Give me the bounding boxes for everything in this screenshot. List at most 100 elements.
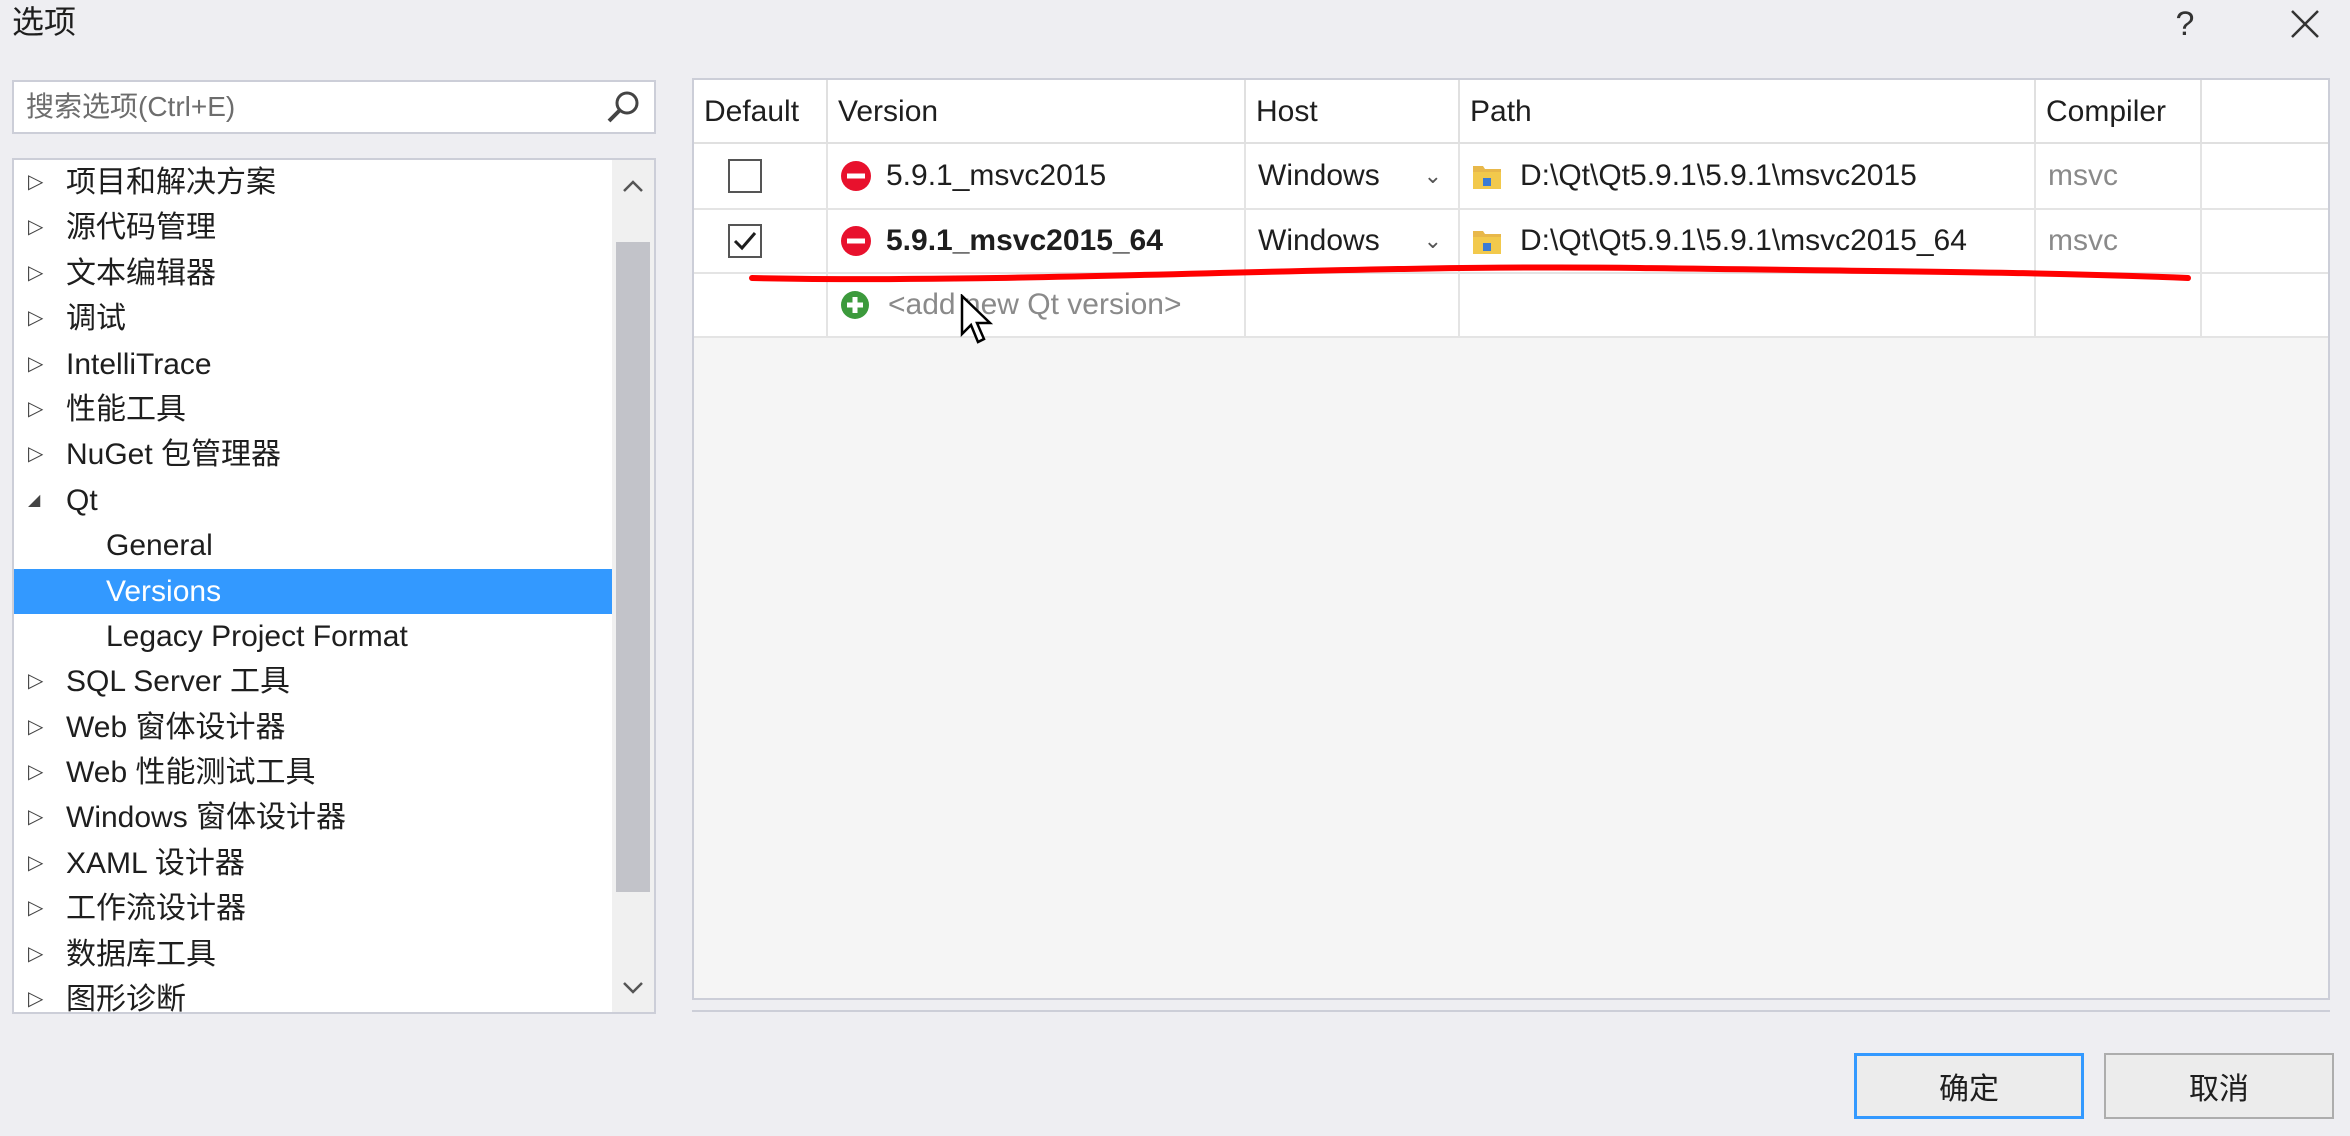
default-checkbox[interactable] xyxy=(728,224,762,258)
tree-item-label: 调试 xyxy=(66,302,126,336)
tree-item-workflow-designer[interactable]: ▷ 工作流设计器 xyxy=(14,886,612,931)
cancel-button[interactable]: 取消 xyxy=(2104,1053,2334,1119)
expand-arrow-icon[interactable]: ▷ xyxy=(28,705,48,750)
close-icon xyxy=(2291,10,2319,38)
expand-arrow-icon[interactable]: ▷ xyxy=(28,659,48,704)
tree-item-web-forms-designer[interactable]: ▷ Web 窗体设计器 xyxy=(14,705,612,750)
expand-arrow-icon[interactable]: ▷ xyxy=(28,342,48,387)
expand-arrow-icon[interactable]: ▷ xyxy=(28,886,48,931)
tree-item-qt-legacy-format[interactable]: Legacy Project Format xyxy=(14,614,612,659)
column-header-version[interactable]: Version xyxy=(828,80,1246,144)
options-tree: ▷ 项目和解决方案 ▷ 源代码管理 ▷ 文本编辑器 ▷ 调试 ▷ IntelliTrace… xyxy=(12,158,656,1014)
version-cell[interactable]: 5.9.1_msvc2015_64 xyxy=(828,210,1246,272)
collapse-arrow-icon[interactable]: ◢ xyxy=(28,478,48,523)
tree-item-sql-server[interactable]: ▷ SQL Server 工具 xyxy=(14,659,612,704)
scroll-thumb[interactable] xyxy=(616,242,650,892)
tree-item-label: 源代码管理 xyxy=(66,211,216,245)
path-value: D:\Qt\Qt5.9.1\5.9.1\msvc2015 xyxy=(1520,159,1917,192)
expand-arrow-icon[interactable]: ▷ xyxy=(28,795,48,840)
expand-arrow-icon[interactable]: ▷ xyxy=(28,932,48,977)
tree-item-label: NuGet 包管理器 xyxy=(66,438,282,472)
add-version-label[interactable]: <add new Qt version> xyxy=(888,288,1182,322)
qt-versions-grid: Default Version Host Path Compiler 5.9.1… xyxy=(692,78,2330,1000)
expand-arrow-icon[interactable]: ▷ xyxy=(28,160,48,205)
expand-arrow-icon[interactable]: ▷ xyxy=(28,750,48,795)
close-button[interactable] xyxy=(2275,0,2335,48)
column-header-path[interactable]: Path xyxy=(1460,80,2036,144)
add-version-cell[interactable]: <add new Qt version> xyxy=(828,274,1246,336)
tree-item-label: Versions xyxy=(106,574,222,608)
tree-item-performance-tools[interactable]: ▷ 性能工具 xyxy=(14,387,612,432)
column-header-host[interactable]: Host xyxy=(1246,80,1460,144)
empty-cell xyxy=(1246,274,1460,336)
expand-arrow-icon[interactable]: ▷ xyxy=(28,387,48,432)
tree-item-nuget[interactable]: ▷ NuGet 包管理器 xyxy=(14,432,612,477)
column-header-default[interactable]: Default xyxy=(694,80,828,144)
tree-item-label: 性能工具 xyxy=(66,392,186,426)
tree-item-label: Qt xyxy=(66,483,98,517)
tree-scrollbar[interactable] xyxy=(612,160,654,1012)
search-icon[interactable] xyxy=(604,88,644,128)
tree-item-source-control[interactable]: ▷ 源代码管理 xyxy=(14,205,612,250)
chevron-down-icon[interactable]: ⌄ xyxy=(1424,163,1442,189)
expand-arrow-icon[interactable]: ▷ xyxy=(28,432,48,477)
host-select[interactable]: Windows ⌄ xyxy=(1246,210,1460,272)
chevron-down-icon[interactable]: ⌄ xyxy=(1424,228,1442,254)
grid-header: Default Version Host Path Compiler xyxy=(694,80,2328,144)
tree-item-label: XAML 设计器 xyxy=(66,846,245,880)
empty-cell xyxy=(1460,274,2036,336)
scroll-down-icon[interactable] xyxy=(612,968,654,1008)
tree-item-xaml-designer[interactable]: ▷ XAML 设计器 xyxy=(14,841,612,886)
path-cell[interactable]: D:\Qt\Qt5.9.1\5.9.1\msvc2015_64 xyxy=(1460,210,2036,272)
expand-arrow-icon[interactable]: ▷ xyxy=(28,205,48,250)
add-version-row[interactable]: <add new Qt version> xyxy=(694,274,2328,338)
checkmark-icon xyxy=(733,232,757,251)
tree-item-qt-general[interactable]: General xyxy=(14,523,612,568)
tree-item-text-editor[interactable]: ▷ 文本编辑器 xyxy=(14,251,612,296)
version-cell[interactable]: 5.9.1_msvc2015 xyxy=(828,144,1246,208)
tree-item-label: Web 窗体设计器 xyxy=(66,710,286,744)
tree-item-projects[interactable]: ▷ 项目和解决方案 xyxy=(14,160,612,205)
tree-item-graphics-diagnostics[interactable]: ▷ 图形诊断 xyxy=(14,977,612,1014)
tree-item-web-perf-test[interactable]: ▷ Web 性能测试工具 xyxy=(14,750,612,795)
tree-item-qt[interactable]: ◢ Qt xyxy=(14,478,612,523)
path-cell[interactable]: D:\Qt\Qt5.9.1\5.9.1\msvc2015 xyxy=(1460,144,2036,208)
folder-icon xyxy=(1473,166,1501,189)
tree-item-windows-forms-designer[interactable]: ▷ Windows 窗体设计器 xyxy=(14,795,612,840)
host-select[interactable]: Windows ⌄ xyxy=(1246,144,1460,208)
expand-arrow-icon[interactable]: ▷ xyxy=(28,977,48,1012)
folder-icon xyxy=(1473,231,1501,254)
empty-cell xyxy=(694,274,828,336)
expand-arrow-icon[interactable]: ▷ xyxy=(28,841,48,886)
tree-item-label: 文本编辑器 xyxy=(66,256,216,290)
ok-button[interactable]: 确定 xyxy=(1854,1053,2084,1119)
add-icon xyxy=(841,291,869,319)
host-value: Windows xyxy=(1258,159,1380,192)
tree-item-database-tools[interactable]: ▷ 数据库工具 xyxy=(14,932,612,977)
tree-item-intellitrace[interactable]: ▷ IntelliTrace xyxy=(14,342,612,387)
search-input[interactable] xyxy=(14,82,594,132)
expand-arrow-icon[interactable]: ▷ xyxy=(28,251,48,296)
scroll-up-icon[interactable] xyxy=(612,166,654,206)
table-row[interactable]: 5.9.1_msvc2015_64 Windows ⌄ D:\Qt\Qt5.9.… xyxy=(694,210,2328,274)
help-button[interactable]: ? xyxy=(2155,0,2215,48)
empty-cell xyxy=(2036,274,2202,336)
version-name: 5.9.1_msvc2015_64 xyxy=(886,224,1163,257)
tree-list: ▷ 项目和解决方案 ▷ 源代码管理 ▷ 文本编辑器 ▷ 调试 ▷ IntelliTrace… xyxy=(14,160,612,1014)
compiler-cell: msvc xyxy=(2036,144,2202,208)
expand-arrow-icon[interactable]: ▷ xyxy=(28,296,48,341)
dialog-title: 选项 xyxy=(12,4,77,40)
column-header-compiler[interactable]: Compiler xyxy=(2036,80,2202,144)
tree-item-qt-versions[interactable]: Versions xyxy=(14,568,612,614)
title-bar: 选项 ? xyxy=(0,0,2350,52)
tree-item-label: 图形诊断 xyxy=(66,983,186,1014)
separator xyxy=(692,1010,2330,1012)
default-checkbox[interactable] xyxy=(728,159,762,193)
grid-body: Default Version Host Path Compiler 5.9.1… xyxy=(694,80,2328,998)
error-icon xyxy=(841,161,871,191)
error-icon xyxy=(841,226,871,256)
tree-item-debugging[interactable]: ▷ 调试 xyxy=(14,296,612,341)
tree-item-label: Legacy Project Format xyxy=(106,619,408,653)
tree-item-label: 工作流设计器 xyxy=(66,892,246,926)
table-row[interactable]: 5.9.1_msvc2015 Windows ⌄ D:\Qt\Qt5.9.1\5… xyxy=(694,144,2328,210)
